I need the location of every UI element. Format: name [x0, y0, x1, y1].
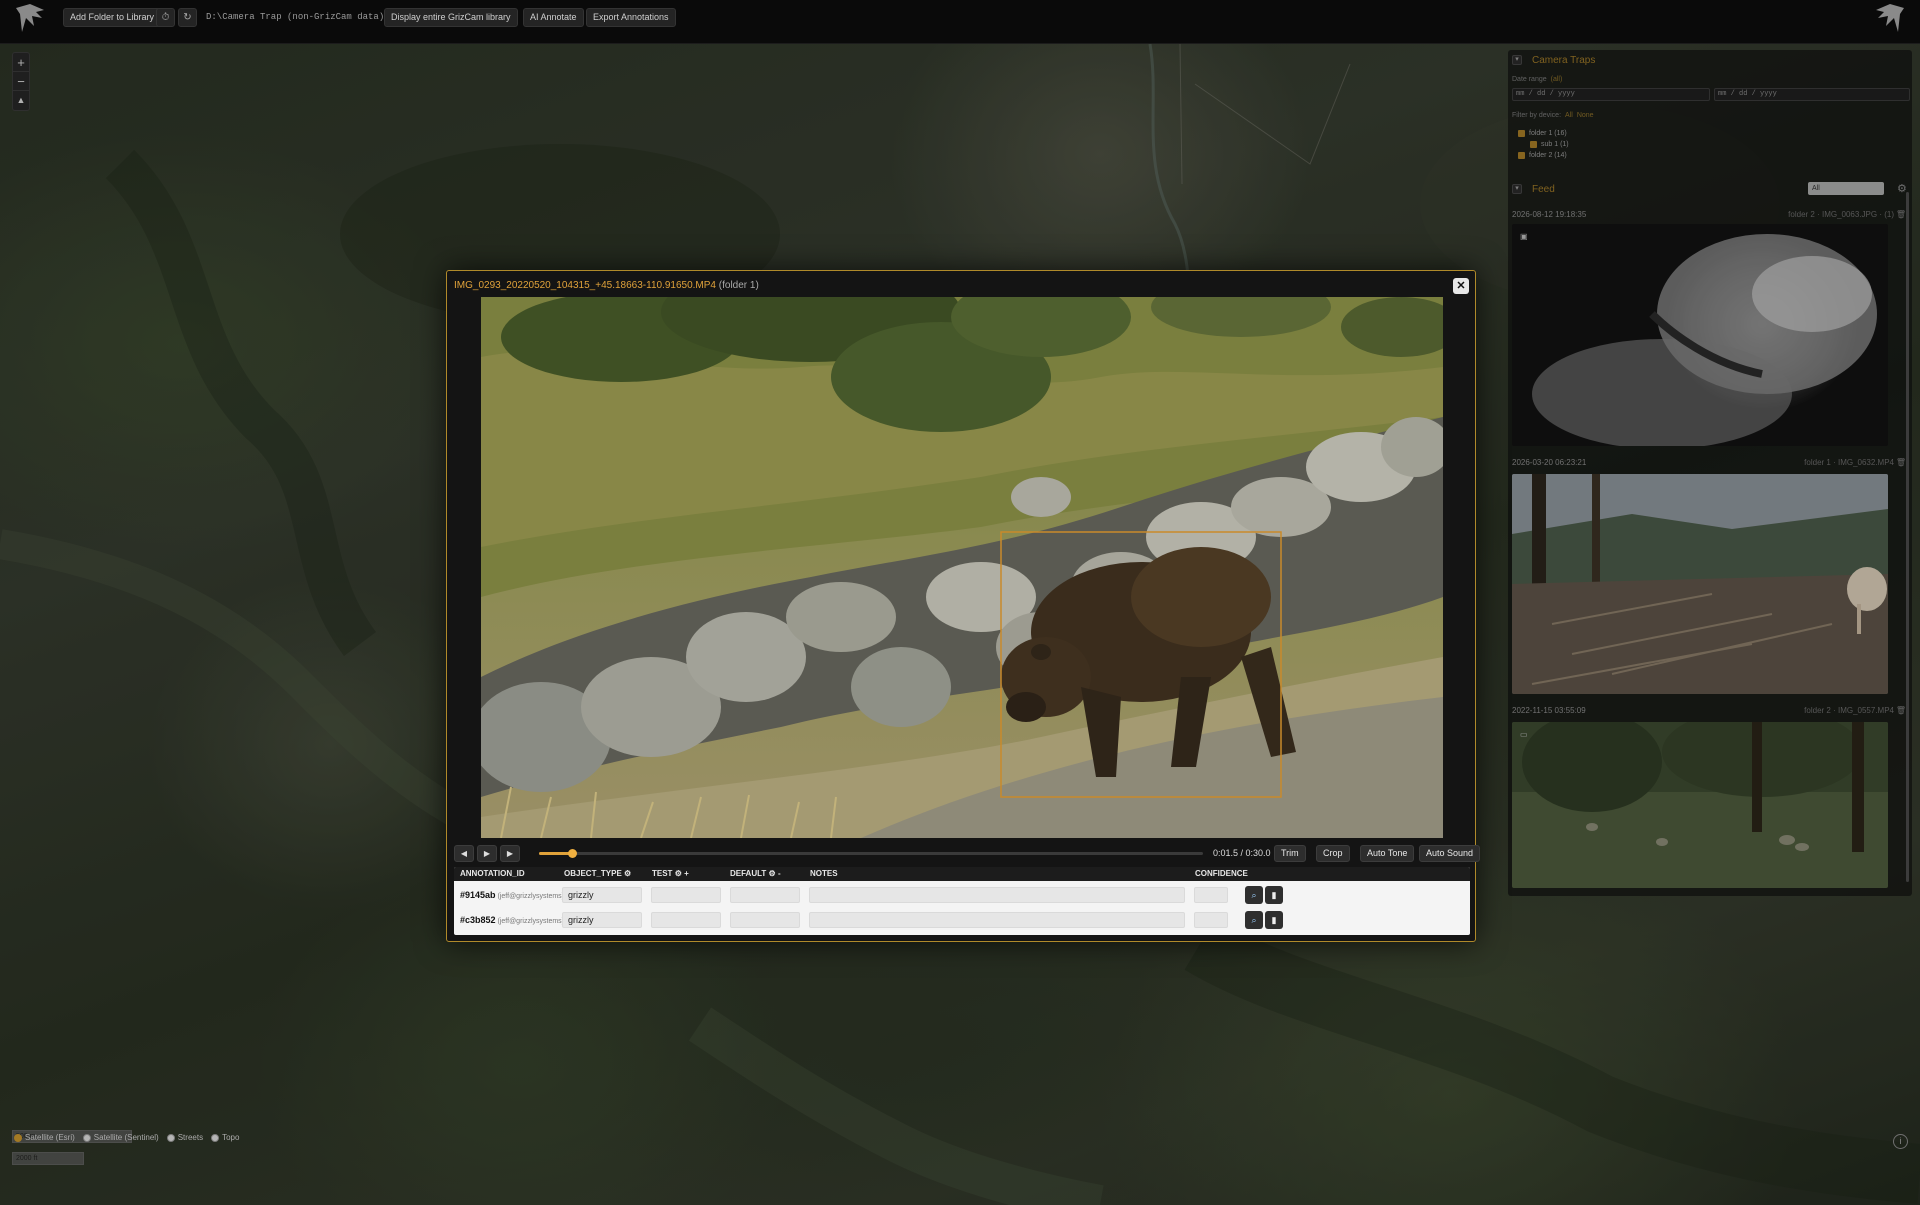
ai-annotate-button[interactable]: AI Annotate [523, 8, 584, 27]
trash-icon[interactable]: ▮ [1265, 886, 1283, 904]
seek-bar[interactable] [539, 849, 1203, 858]
grizzly-video-frame [481, 297, 1443, 838]
confidence-field[interactable] [1194, 912, 1228, 928]
gear-icon: ⚙ [674, 869, 682, 878]
close-button[interactable]: ✕ [1453, 278, 1469, 294]
step-forward-button[interactable]: ▶ [500, 845, 520, 862]
trash-icon[interactable]: ▮ [1265, 911, 1283, 929]
table-row[interactable]: #9145ab (jeff@grizzlysystems) grizzly ⌕ ▮ [454, 883, 1470, 907]
col-notes: NOTES [810, 869, 838, 878]
gear-icon: ⚙ [768, 869, 776, 878]
add-icon: + [684, 869, 689, 878]
grizcam-logo-right-icon [1876, 4, 1904, 32]
top-toolbar: Add Folder to Library ⏱ ↻ D:\Camera Trap… [0, 0, 1920, 44]
annotation-table: ANNOTATION_ID OBJECT_TYPE ⚙ TEST ⚙ + DEF… [454, 867, 1470, 935]
search-icon[interactable]: ⌕ [1245, 911, 1263, 929]
grizcam-logo-icon [16, 4, 44, 32]
test-field[interactable] [651, 912, 721, 928]
notes-field[interactable] [809, 887, 1185, 903]
search-icon[interactable]: ⌕ [1245, 886, 1263, 904]
media-filename: IMG_0293_20220520_104315_+45.18663-110.9… [454, 280, 716, 291]
col-default[interactable]: DEFAULT ⚙ - [730, 869, 781, 878]
object-type-field[interactable]: grizzly [562, 912, 642, 928]
table-row[interactable]: #c3b852 (jeff@grizzlysystems) grizzly ⌕ ▮ [454, 908, 1470, 932]
timecode: 0:01.5 / 0:30.0 [1213, 848, 1271, 858]
annotation-id: #9145ab (jeff@grizzlysystems) [460, 890, 565, 900]
video-player[interactable] [481, 297, 1443, 838]
add-folder-button[interactable]: Add Folder to Library [63, 8, 162, 27]
auto-tone-button[interactable]: Auto Tone [1360, 845, 1415, 862]
notes-field[interactable] [809, 912, 1185, 928]
modal-title: IMG_0293_20220520_104315_+45.18663-110.9… [454, 280, 759, 291]
table-header: ANNOTATION_ID OBJECT_TYPE ⚙ TEST ⚙ + DEF… [454, 867, 1470, 881]
crop-button[interactable]: Crop [1316, 845, 1350, 862]
play-button[interactable]: ▶ [477, 845, 497, 862]
refresh-icon[interactable]: ↻ [178, 8, 197, 27]
auto-sound-button[interactable]: Auto Sound [1419, 845, 1481, 862]
playback-controls: ◀ ▶ ▶ 0:01.5 / 0:30.0 Trim Crop Auto Ton… [454, 845, 1481, 863]
media-viewer-modal: IMG_0293_20220520_104315_+45.18663-110.9… [446, 270, 1481, 942]
col-annotation-id: ANNOTATION_ID [460, 869, 525, 878]
seek-handle[interactable] [568, 849, 578, 858]
confidence-field[interactable] [1194, 887, 1228, 903]
export-annotations-button[interactable]: Export Annotations [586, 8, 676, 27]
default-field[interactable] [730, 887, 800, 903]
trim-button[interactable]: Trim [1274, 845, 1306, 862]
object-type-field[interactable]: grizzly [562, 887, 642, 903]
default-field[interactable] [730, 912, 800, 928]
media-folder: (folder 1) [718, 280, 759, 291]
app-root: + − ▲ 500 m 2000 ft Satellite (Esri) Sat… [0, 0, 1920, 1205]
gear-icon: ⚙ [624, 869, 632, 878]
current-folder-path: D:\Camera Trap (non-GrizCam data) [206, 12, 385, 22]
test-field[interactable] [651, 887, 721, 903]
remove-icon: - [777, 869, 781, 878]
history-icon[interactable]: ⏱ [156, 8, 175, 27]
step-back-button[interactable]: ◀ [454, 845, 474, 862]
col-test[interactable]: TEST ⚙ + [652, 869, 689, 878]
display-library-button[interactable]: Display entire GrizCam library [384, 8, 518, 27]
annotation-id: #c3b852 (jeff@grizzlysystems) [460, 915, 565, 925]
col-confidence: CONFIDENCE [1195, 869, 1248, 878]
col-object-type[interactable]: OBJECT_TYPE ⚙ [564, 869, 631, 878]
